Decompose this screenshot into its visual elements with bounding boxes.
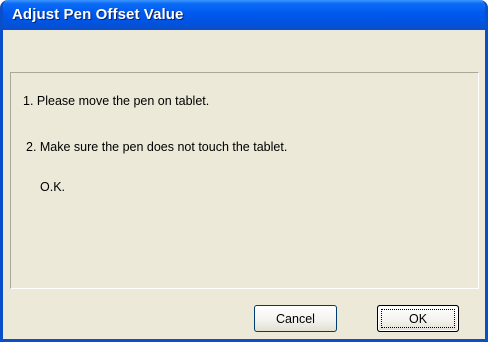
title-bar[interactable]: Adjust Pen Offset Value: [3, 0, 485, 30]
status-text: O.K.: [40, 180, 66, 194]
adjust-pen-offset-dialog: Adjust Pen Offset Value: [0, 0, 488, 342]
ok-button[interactable]: OK: [377, 305, 459, 332]
dialog-title: Adjust Pen Offset Value: [12, 6, 184, 23]
ok-button-label: OK: [408, 311, 428, 326]
instruction-move-pen: 1. Please move the pen on tablet.: [23, 94, 210, 108]
cancel-button[interactable]: Cancel: [254, 305, 337, 332]
instruction-no-touch: 2. Make sure the pen does not touch the …: [26, 140, 288, 154]
